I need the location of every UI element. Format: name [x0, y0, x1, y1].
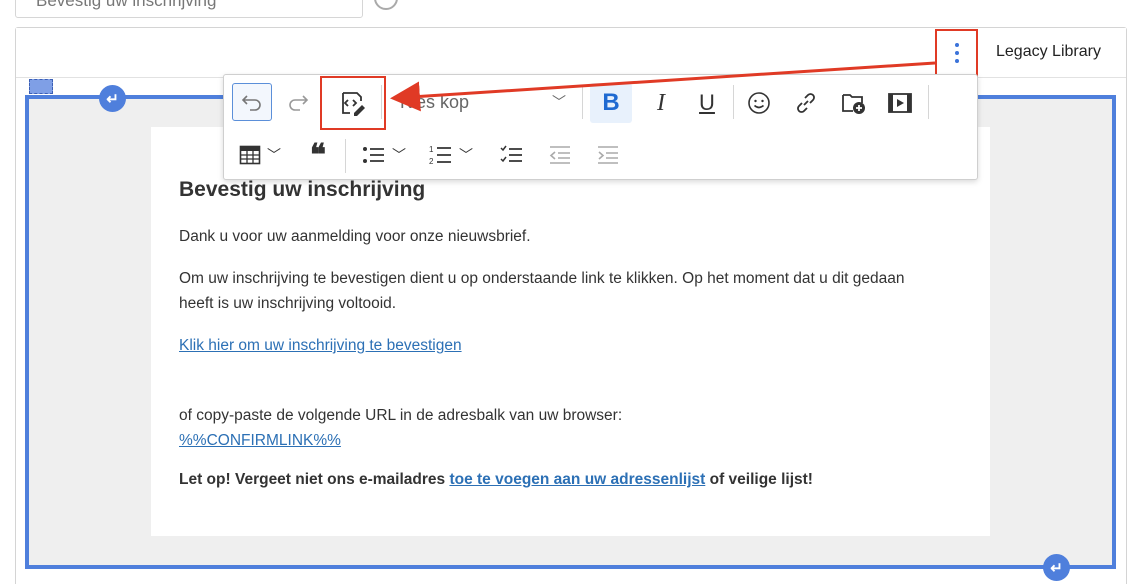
url-instruction: of copy-paste de volgende URL in de adre…: [179, 407, 623, 424]
italic-button[interactable]: I: [642, 83, 680, 123]
emoji-icon: [748, 92, 770, 114]
subject-field[interactable]: Bevestig uw inschrijving: [15, 0, 363, 18]
confirm-link[interactable]: Klik hier om uw inschrijving te bevestig…: [179, 337, 462, 354]
numbered-list-button[interactable]: 12 ﹀: [420, 137, 482, 173]
legacy-library-label[interactable]: Legacy Library: [996, 43, 1101, 61]
insert-table-button[interactable]: ﹀: [232, 137, 288, 173]
block-drag-handle[interactable]: [29, 79, 53, 94]
warning-suffix: of veilige lijst!: [705, 471, 813, 488]
svg-text:1: 1: [429, 145, 434, 154]
warning-prefix: Let op! Vergeet niet ons e-mailadres: [179, 471, 450, 488]
table-icon: [239, 145, 261, 165]
toolbar-separator: [582, 85, 583, 119]
help-icon[interactable]: [374, 0, 398, 10]
blockquote-button[interactable]: ❝: [300, 137, 336, 173]
chevron-down-icon: ﹀: [392, 147, 406, 163]
insert-paragraph-before-icon[interactable]: ↵: [99, 85, 126, 112]
insert-media-button[interactable]: [880, 83, 920, 123]
email-paragraph-instructions: Om uw inschrijving te bevestigen dient u…: [179, 270, 905, 312]
emoji-button[interactable]: [739, 83, 779, 123]
link-icon: [797, 93, 815, 113]
email-confirm-paragraph: Klik hier om uw inschrijving te bevestig…: [179, 333, 939, 358]
indent-button[interactable]: [588, 137, 628, 173]
confirm-url-link[interactable]: %%CONFIRMLINK%%: [179, 432, 341, 449]
email-url-paragraph: of copy-paste de volgende URL in de adre…: [179, 403, 939, 453]
toolbar-separator: [345, 139, 346, 173]
subject-field-value: Bevestig uw inschrijving: [36, 0, 217, 10]
kebab-dot: [954, 51, 959, 55]
undo-icon: [241, 95, 261, 111]
outdent-icon: [549, 146, 570, 164]
bold-button[interactable]: B: [590, 83, 632, 123]
underline-button[interactable]: U: [688, 83, 726, 123]
more-options-button[interactable]: [935, 29, 978, 77]
kebab-dot: [954, 59, 959, 63]
toolbar-separator: [928, 85, 929, 119]
chevron-down-icon: ﹀: [267, 147, 281, 163]
email-heading: Bevestig uw inschrijving: [179, 178, 426, 201]
checklist-icon: [500, 145, 522, 163]
redo-icon: [289, 95, 309, 111]
add-to-addressbook-link[interactable]: toe te voegen aan uw adressenlijst: [449, 471, 705, 488]
chevron-down-icon: ﹀: [459, 147, 473, 163]
email-warning-paragraph: Let op! Vergeet niet ons e-mailadres toe…: [179, 467, 939, 492]
toolbar-separator: [733, 85, 734, 119]
bulleted-list-button[interactable]: ﹀: [354, 137, 414, 173]
heading-select-value: Kies kop: [400, 91, 470, 112]
kebab-vertical-icon: [954, 43, 959, 47]
outdent-button[interactable]: [540, 137, 580, 173]
redo-button[interactable]: [278, 83, 318, 121]
numbered-list-icon: 12: [429, 145, 451, 166]
source-editing-button[interactable]: [320, 76, 386, 130]
undo-button[interactable]: [232, 83, 272, 121]
chevron-down-icon: ﹀: [552, 94, 566, 110]
media-icon: [888, 93, 912, 113]
insert-file-button[interactable]: [834, 83, 874, 123]
bulleted-list-icon: [363, 147, 384, 163]
folder-add-icon: [842, 94, 865, 114]
email-body[interactable]: Bevestig uw inschrijving Dank u voor uw …: [151, 127, 990, 536]
email-paragraph-thanks: Dank u voor uw aanmelding voor onze nieu…: [179, 228, 531, 245]
svg-text:2: 2: [429, 157, 434, 166]
todo-list-button[interactable]: [492, 137, 532, 173]
heading-select[interactable]: Kies kop ﹀: [394, 85, 572, 119]
toolbar-separator: [381, 85, 382, 119]
indent-icon: [598, 146, 618, 164]
source-edit-icon: [342, 92, 365, 116]
link-button[interactable]: [786, 83, 826, 123]
insert-paragraph-after-icon[interactable]: ↵: [1043, 554, 1070, 581]
editor-toolbar: Kies kop ﹀ B I U ﹀ ❝ ﹀ 12 ﹀: [223, 74, 978, 180]
